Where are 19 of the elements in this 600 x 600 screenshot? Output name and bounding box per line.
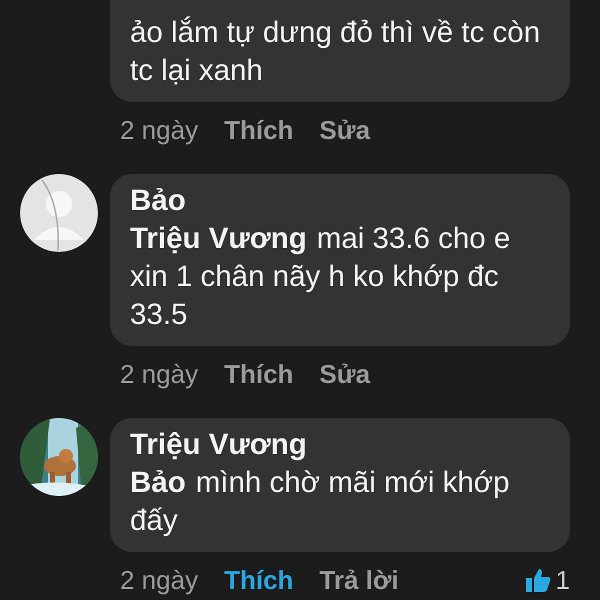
comment-text: ảo lắm tự dưng đỏ thì về tc còn tc lại xanh xyxy=(130,15,542,89)
action-link[interactable]: Trả lời xyxy=(319,560,399,600)
like-count: 1 xyxy=(556,564,570,596)
time-label: 2 ngày xyxy=(120,358,198,390)
author-name[interactable]: Bảo xyxy=(130,182,550,220)
avatar-icon[interactable] xyxy=(20,174,98,252)
action-link[interactable]: Sửa xyxy=(319,110,370,150)
thumbs-up-icon xyxy=(524,567,552,593)
mention-link[interactable]: Bảo xyxy=(130,466,186,499)
time-label: 2 ngày xyxy=(120,114,198,146)
like-link[interactable]: Thích xyxy=(224,110,294,150)
author-name[interactable]: Triệu Vương xyxy=(130,426,550,464)
time-label: 2 ngày xyxy=(120,564,198,596)
action-link[interactable]: Sửa xyxy=(319,354,370,394)
comment-text: Triệu Vương mai 33.6 cho e xin 1 chân nãy h ko khớp đc 33.5 xyxy=(130,221,512,333)
like-link[interactable]: Thích xyxy=(224,560,294,600)
like-link[interactable]: Thích xyxy=(224,354,294,394)
mention-link[interactable]: Triệu Vương xyxy=(130,222,307,255)
comment-text: Bảo mình chờ mãi mới khớp đấy xyxy=(130,465,511,539)
